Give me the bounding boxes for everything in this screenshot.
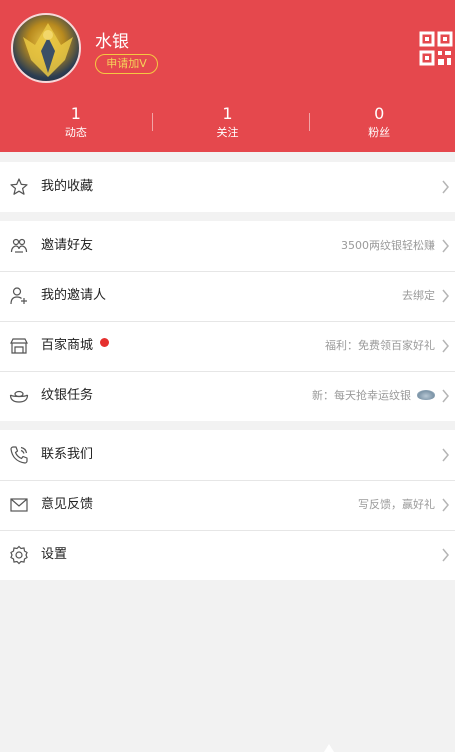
menu-item-feedback-hint: 写反馈，赢好礼: [358, 498, 435, 511]
qr-code-icon: [419, 31, 453, 66]
menu-item-mall-hint: 福利：免费领百家好礼: [325, 339, 435, 352]
stat-following-label: 关注: [216, 126, 239, 139]
scroll-indicator-icon: [324, 744, 334, 752]
notification-dot: [100, 338, 109, 347]
stat-posts[interactable]: 1 动态: [0, 104, 152, 148]
menu-item-my-inviter[interactable]: 我的邀请人 去绑定: [0, 271, 455, 321]
apply-v-button[interactable]: 申请加V: [95, 54, 158, 74]
menu-item-tasks[interactable]: 纹银任务 新：每天抢幸运纹银: [0, 371, 455, 421]
phone-icon: [10, 446, 28, 464]
stats-bar: 1 动态 1 关注 0 粉丝: [0, 104, 455, 148]
menu-item-settings[interactable]: 设置: [0, 530, 455, 580]
menu-item-favorites-label: 我的收藏: [41, 179, 94, 194]
menu-item-my-inviter-hint: 去绑定: [402, 289, 435, 302]
chevron-right-icon: [442, 448, 449, 462]
silver-ingot-badge-icon: [417, 390, 435, 400]
menu-item-tasks-hint: 新：每天抢幸运纹银: [312, 389, 411, 402]
menu-group-support: 联系我们 意见反馈 写反馈，赢好礼 设置: [0, 430, 455, 580]
stat-followers-value: 0: [374, 104, 385, 123]
stat-divider: [152, 113, 153, 131]
menu-group-invite: 邀请好友 3500两纹银轻松赚 我的邀请人 去绑定 百家商城 福利：免费领百家好…: [0, 221, 455, 421]
menu-item-my-inviter-label: 我的邀请人: [41, 288, 107, 303]
gear-icon: [10, 545, 28, 565]
chevron-right-icon: [442, 498, 449, 512]
menu-item-feedback[interactable]: 意见反馈 写反馈，赢好礼: [0, 480, 455, 530]
invite-icon: [10, 238, 28, 253]
menu-item-contact[interactable]: 联系我们: [0, 430, 455, 480]
menu-item-tasks-hint-wrap: 新：每天抢幸运纹银: [312, 371, 435, 421]
menu-item-settings-label: 设置: [41, 547, 68, 562]
stat-followers[interactable]: 0 粉丝: [303, 104, 455, 148]
chevron-right-icon: [442, 548, 449, 562]
menu-item-invite-friends-label: 邀请好友: [41, 238, 94, 253]
chevron-right-icon: [442, 180, 449, 194]
stat-following[interactable]: 1 关注: [152, 104, 304, 148]
silver-ingot-icon: [9, 390, 29, 403]
menu-group-favorites: 我的收藏: [0, 162, 455, 212]
profile-header: 水银 申请加V 1 动态 1 关注 0 粉丝: [0, 0, 455, 152]
avatar[interactable]: [11, 13, 81, 83]
menu-item-feedback-label: 意见反馈: [41, 497, 94, 512]
menu-item-mall[interactable]: 百家商城 福利：免费领百家好礼: [0, 321, 455, 371]
stat-divider: [309, 113, 310, 131]
avatar-art-icon: [23, 23, 73, 77]
chevron-right-icon: [442, 289, 449, 303]
store-icon: [10, 338, 28, 354]
mail-icon: [10, 498, 28, 512]
chevron-right-icon: [442, 239, 449, 253]
menu-item-mall-label: 百家商城: [41, 338, 94, 353]
menu-item-favorites[interactable]: 我的收藏: [0, 162, 455, 212]
menu-item-invite-friends[interactable]: 邀请好友 3500两纹银轻松赚: [0, 221, 455, 271]
menu-item-tasks-label: 纹银任务: [41, 388, 94, 403]
chevron-right-icon: [442, 389, 449, 403]
username: 水银: [95, 32, 129, 52]
menu-item-invite-friends-hint: 3500两纹银轻松赚: [341, 239, 435, 252]
menu-item-contact-label: 联系我们: [41, 447, 94, 462]
stat-followers-label: 粉丝: [368, 126, 391, 139]
add-user-icon: [10, 287, 27, 305]
chevron-right-icon: [442, 339, 449, 353]
stat-posts-label: 动态: [64, 126, 87, 139]
stat-following-value: 1: [222, 104, 233, 123]
stat-posts-value: 1: [70, 104, 81, 123]
qr-code-button[interactable]: [418, 30, 454, 68]
star-icon: [10, 178, 28, 195]
